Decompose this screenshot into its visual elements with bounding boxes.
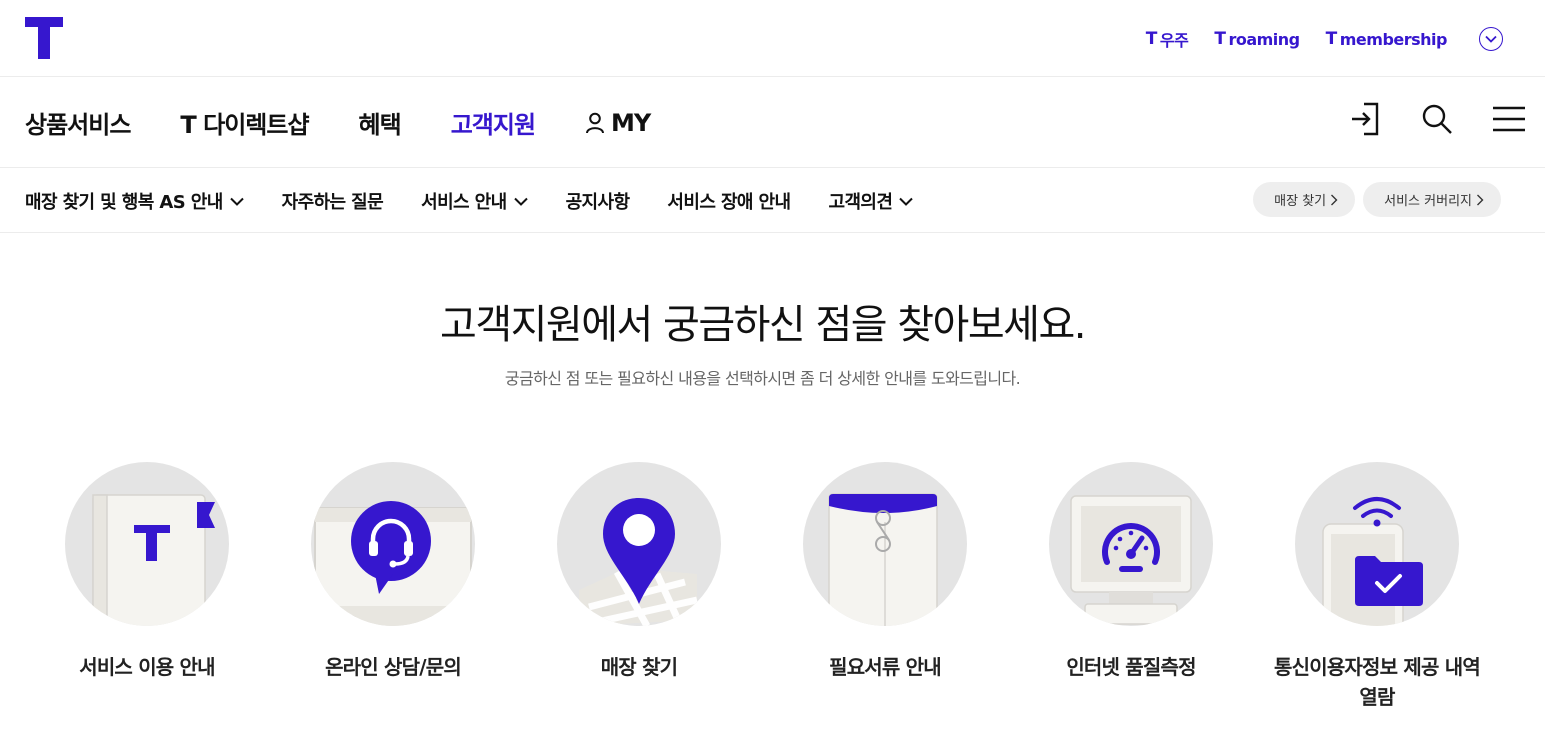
t-membership-link[interactable]: T membership — [1325, 29, 1448, 49]
service-card-required-docs[interactable]: 필요서류 안내 — [775, 462, 995, 682]
pill-label: 매장 찾기 — [1274, 194, 1327, 209]
subnav-item-service-guide[interactable]: 서비스 안내 — [421, 188, 528, 214]
brand-links: T 우주 T roaming T membership — [1146, 27, 1503, 51]
sub-nav: 매장 찾기 및 행복 AS 안내 자주하는 질문 서비스 안내 공지사항 서비스… — [0, 168, 1545, 233]
service-card-label: 인터넷 품질측정 — [1066, 655, 1196, 679]
subnav-item-feedback[interactable]: 고객의견 — [828, 188, 914, 214]
t-universe-label: 우주 — [1159, 31, 1189, 50]
service-card-label: 서비스 이용 안내 — [79, 655, 215, 679]
service-card-user-info-history[interactable]: 통신이용자정보 제공 내역 열람 — [1267, 462, 1487, 712]
subnav-item-label: 서비스 안내 — [421, 192, 507, 213]
chevron-down-icon — [1485, 35, 1497, 43]
service-card-store-finder[interactable]: 매장 찾기 — [529, 462, 749, 682]
t-roaming-link[interactable]: T roaming — [1214, 29, 1300, 49]
subnav-item-store-as[interactable]: 매장 찾기 및 행복 AS 안내 — [25, 188, 244, 214]
headset-chat-icon — [314, 501, 472, 626]
subnav-item-label: 서비스 장애 안내 — [667, 192, 791, 213]
user-icon — [586, 112, 605, 133]
t-mark: T — [1214, 29, 1226, 49]
service-card-label: 필요서류 안내 — [829, 655, 942, 679]
page-title: 고객지원에서 궁금하신 점을 찾아보세요. — [440, 302, 1086, 348]
service-card-label: 매장 찾기 — [600, 655, 678, 679]
t-membership-label: membership — [1339, 29, 1448, 49]
t-roaming-label: roaming — [1228, 29, 1300, 49]
search-button[interactable] — [1417, 99, 1457, 139]
search-icon — [1422, 104, 1452, 134]
chevron-down-icon — [229, 197, 244, 206]
subnav-item-label: 공지사항 — [565, 192, 630, 213]
t-universe-link[interactable]: T 우주 — [1146, 27, 1189, 51]
t-logo-icon[interactable] — [25, 17, 65, 59]
t-mark: T — [1145, 29, 1158, 49]
chevron-right-icon — [1477, 194, 1484, 205]
chevron-right-icon — [1331, 194, 1338, 205]
chevron-down-icon — [899, 197, 914, 206]
nav-item-products[interactable]: 상품서비스 — [25, 105, 131, 140]
subnav-item-label: 매장 찾기 및 행복 AS 안내 — [25, 192, 223, 213]
document-envelope-icon — [828, 493, 938, 626]
service-card-internet-quality[interactable]: 인터넷 품질측정 — [1021, 462, 1241, 682]
menu-icon — [1493, 106, 1525, 132]
guide-book-icon — [92, 494, 215, 626]
speed-gauge-icon — [1070, 495, 1192, 625]
store-finder-pill[interactable]: 매장 찾기 — [1253, 182, 1356, 217]
more-links-button[interactable] — [1479, 27, 1503, 51]
pill-label: 서비스 커버리지 — [1384, 194, 1472, 209]
nav-item-direct-shop[interactable]: T 다이렉트샵 — [180, 105, 309, 140]
page-subtitle: 궁금하신 점 또는 필요하신 내용을 선택하시면 좀 더 상세한 안내를 도와드… — [504, 369, 1021, 388]
service-card-usage-guide[interactable]: 서비스 이용 안내 — [37, 462, 257, 682]
subnav-item-label: 자주하는 질문 — [281, 192, 384, 213]
map-pin-icon — [579, 498, 698, 626]
subnav-item-notice[interactable]: 공지사항 — [566, 188, 630, 214]
chevron-down-icon — [513, 197, 528, 206]
login-button[interactable] — [1345, 99, 1385, 139]
nav-item-customer-support[interactable]: 고객지원 — [451, 105, 536, 140]
nav-item-my[interactable]: MY — [585, 105, 651, 140]
nav-item-benefits[interactable]: 혜택 — [359, 105, 402, 140]
t-mark: T — [1325, 29, 1338, 49]
nav-item-my-label: MY — [611, 108, 651, 137]
service-card-label: 통신이용자정보 제공 내역 열람 — [1274, 655, 1481, 709]
subnav-item-label: 고객의견 — [828, 192, 893, 213]
service-coverage-pill[interactable]: 서비스 커버리지 — [1363, 182, 1501, 217]
subnav-item-faq[interactable]: 자주하는 질문 — [281, 188, 384, 214]
login-icon — [1352, 102, 1379, 136]
service-card-label: 온라인 상담/문의 — [325, 655, 462, 679]
menu-button[interactable] — [1489, 99, 1529, 139]
main-nav: 상품서비스 T 다이렉트샵 혜택 고객지원 MY — [0, 77, 1545, 168]
phone-folder-check-icon — [1322, 497, 1423, 626]
subnav-item-outage[interactable]: 서비스 장애 안내 — [667, 188, 791, 214]
top-bar: T 우주 T roaming T membership — [0, 0, 1545, 77]
service-card-online-consult[interactable]: 온라인 상담/문의 — [283, 462, 503, 682]
